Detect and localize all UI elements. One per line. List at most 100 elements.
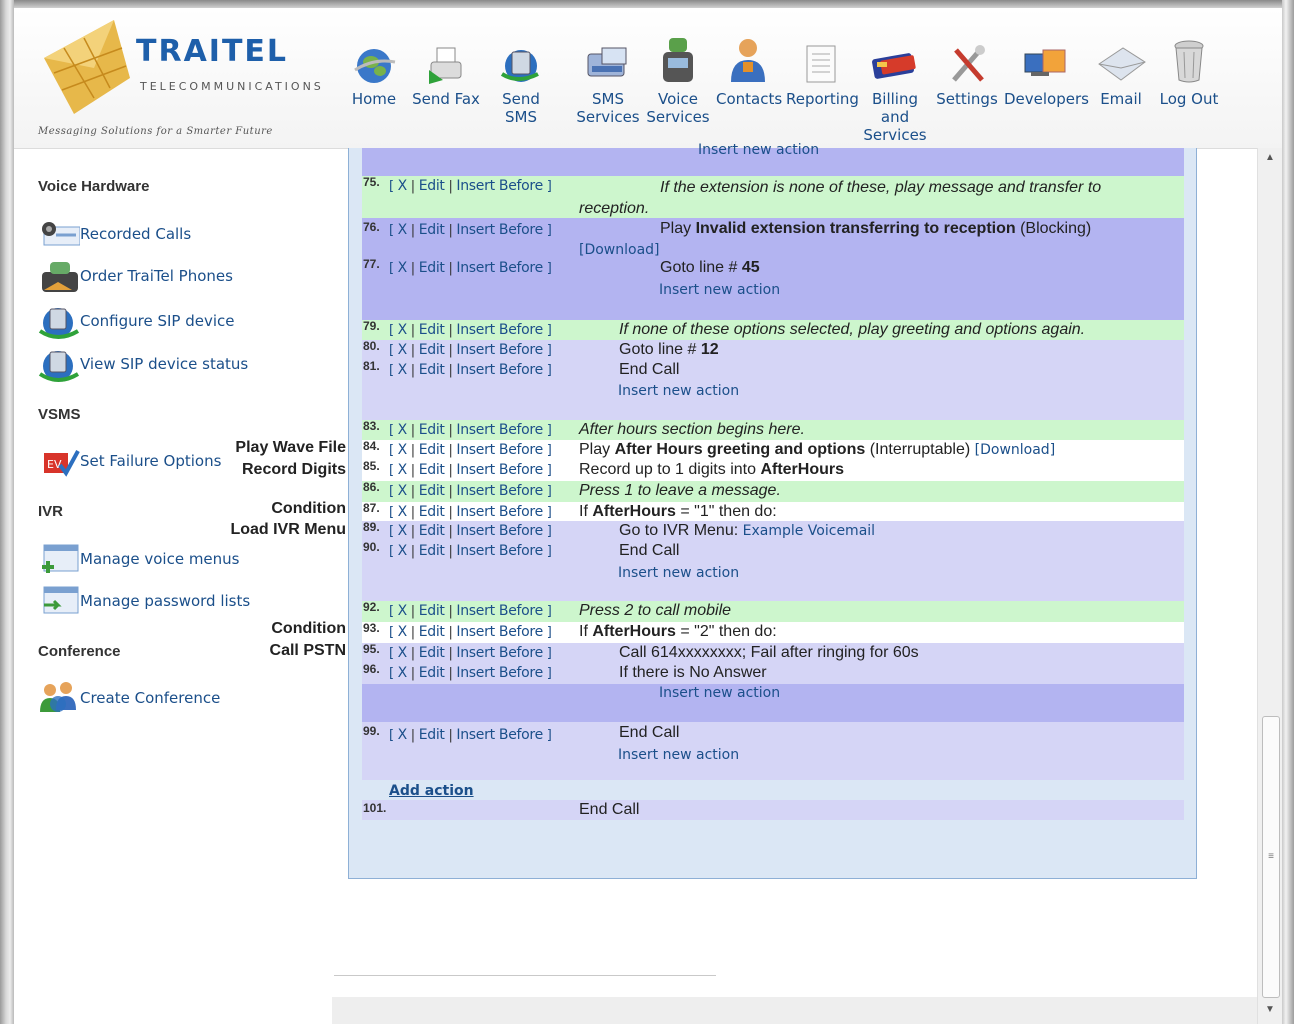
- action-description: If AfterHours = "2" then do:: [579, 623, 777, 640]
- delete-link[interactable]: X: [398, 442, 408, 458]
- insert-before-link[interactable]: Insert Before: [456, 624, 543, 640]
- edit-link[interactable]: Edit: [419, 462, 445, 478]
- nav-settings[interactable]: Settings: [936, 40, 998, 108]
- edit-link[interactable]: Edit: [419, 727, 445, 743]
- nav-send-fax[interactable]: Send Fax: [412, 40, 480, 108]
- sidebar-item-create-conference[interactable]: Create Conference: [38, 678, 220, 718]
- sidebar-item-view-sip[interactable]: View SIP device status: [38, 344, 248, 384]
- insert-before-link[interactable]: Insert Before: [456, 422, 543, 438]
- edit-link[interactable]: Edit: [419, 624, 445, 640]
- edit-link[interactable]: Edit: [419, 483, 445, 499]
- edit-link[interactable]: Edit: [419, 603, 445, 619]
- edit-link[interactable]: Edit: [419, 178, 445, 194]
- edit-link[interactable]: Edit: [419, 442, 445, 458]
- delete-link[interactable]: X: [398, 322, 408, 338]
- drag-play-wave-file[interactable]: Play Wave File: [235, 439, 346, 457]
- insert-before-link[interactable]: Insert Before: [456, 504, 543, 520]
- delete-link[interactable]: X: [398, 342, 408, 358]
- delete-link[interactable]: X: [398, 523, 408, 539]
- traitel-logo[interactable]: TRAITEL TELECOMMUNICATIONS Messaging Sol…: [28, 14, 321, 144]
- drag-condition[interactable]: Condition: [271, 620, 346, 638]
- edit-link[interactable]: Edit: [419, 665, 445, 681]
- insert-before-link[interactable]: Insert Before: [456, 645, 543, 661]
- insert-before-link[interactable]: Insert Before: [456, 362, 543, 378]
- scrollbar-thumb[interactable]: ≡: [1262, 716, 1280, 998]
- section-voice-hardware: Voice Hardware: [38, 178, 150, 195]
- edit-link[interactable]: Edit: [419, 543, 445, 559]
- conference-icon: [38, 678, 82, 718]
- delete-link[interactable]: X: [398, 645, 408, 661]
- vertical-scrollbar[interactable]: ▲ ≡ ▼: [1257, 148, 1282, 1024]
- nav-voice-services[interactable]: Voice Services: [646, 38, 710, 126]
- nav-send-sms[interactable]: Send SMS: [486, 40, 556, 126]
- drag-condition[interactable]: Condition: [271, 500, 346, 518]
- scroll-down-arrow-icon[interactable]: ▼: [1258, 1000, 1282, 1020]
- ivr-menu-link[interactable]: Example Voicemail: [743, 523, 875, 539]
- edit-link[interactable]: Edit: [419, 504, 445, 520]
- drag-call-pstn[interactable]: Call PSTN: [270, 642, 346, 660]
- insert-before-link[interactable]: Insert Before: [456, 543, 543, 559]
- sidebar-item-recorded-calls[interactable]: Recorded Calls: [38, 214, 191, 254]
- insert-before-link[interactable]: Insert Before: [456, 462, 543, 478]
- add-action-link[interactable]: Add action: [389, 783, 474, 799]
- delete-link[interactable]: X: [398, 483, 408, 499]
- delete-link[interactable]: X: [398, 422, 408, 438]
- nav-log-out[interactable]: Log Out: [1156, 40, 1222, 108]
- insert-before-link[interactable]: Insert Before: [456, 222, 543, 238]
- nav-billing-services[interactable]: Billing and Services: [860, 40, 930, 144]
- sidebar-item-order-phones[interactable]: Order TraiTel Phones: [38, 256, 233, 296]
- delete-link[interactable]: X: [398, 624, 408, 640]
- delete-link[interactable]: X: [398, 665, 408, 681]
- edit-link[interactable]: Edit: [419, 342, 445, 358]
- delete-link[interactable]: X: [398, 727, 408, 743]
- insert-before-link[interactable]: Insert Before: [456, 322, 543, 338]
- insert-new-action-link[interactable]: Insert new action: [618, 383, 739, 399]
- sidebar-item-label: Recorded Calls: [80, 225, 192, 243]
- delete-link[interactable]: X: [398, 462, 408, 478]
- sidebar-item-set-failure[interactable]: EV Set Failure Options: [38, 441, 221, 481]
- insert-new-action-link[interactable]: Insert new action: [659, 685, 780, 701]
- delete-link[interactable]: X: [398, 222, 408, 238]
- delete-link[interactable]: X: [398, 543, 408, 559]
- delete-link[interactable]: X: [398, 260, 408, 276]
- sidebar-item-manage-voice-menus[interactable]: Manage voice menus: [38, 539, 240, 579]
- edit-link[interactable]: Edit: [419, 523, 445, 539]
- nav-reporting[interactable]: Reporting: [786, 40, 859, 108]
- insert-new-action-link[interactable]: Insert new action: [618, 747, 739, 763]
- insert-before-link[interactable]: Insert Before: [456, 665, 543, 681]
- sidebar-item-configure-sip[interactable]: Configure SIP device: [38, 301, 235, 341]
- nav-developers[interactable]: Developers: [1004, 40, 1089, 108]
- sidebar-item-manage-password-lists[interactable]: Manage password lists: [38, 581, 250, 621]
- insert-before-link[interactable]: Insert Before: [456, 442, 543, 458]
- drag-record-digits[interactable]: Record Digits: [242, 461, 346, 479]
- delete-link[interactable]: X: [398, 603, 408, 619]
- nav-contacts[interactable]: Contacts: [716, 39, 782, 108]
- insert-before-link[interactable]: Insert Before: [456, 342, 543, 358]
- edit-link[interactable]: Edit: [419, 645, 445, 661]
- delete-link[interactable]: X: [398, 178, 408, 194]
- edit-link[interactable]: Edit: [419, 260, 445, 276]
- edit-link[interactable]: Edit: [419, 422, 445, 438]
- insert-before-link[interactable]: Insert Before: [456, 727, 543, 743]
- nav-home[interactable]: Home: [350, 40, 398, 108]
- insert-before-link[interactable]: Insert Before: [456, 603, 543, 619]
- delete-link[interactable]: X: [398, 504, 408, 520]
- insert-before-link[interactable]: Insert Before: [456, 178, 543, 194]
- drag-load-ivr-menu[interactable]: Load IVR Menu: [230, 521, 346, 539]
- insert-new-action-link[interactable]: Insert new action: [659, 282, 780, 298]
- nav-sms-services[interactable]: SMS Services: [576, 40, 640, 126]
- action-description: End Call: [619, 542, 680, 559]
- insert-new-action-link[interactable]: Insert new action: [618, 565, 739, 581]
- edit-link[interactable]: Edit: [419, 362, 445, 378]
- edit-link[interactable]: Edit: [419, 222, 445, 238]
- edit-link[interactable]: Edit: [419, 322, 445, 338]
- download-link[interactable]: [Download]: [579, 242, 660, 258]
- insert-before-link[interactable]: Insert Before: [456, 523, 543, 539]
- scroll-up-arrow-icon[interactable]: ▲: [1258, 148, 1282, 168]
- delete-link[interactable]: X: [398, 362, 408, 378]
- download-link[interactable]: [Download]: [975, 442, 1056, 458]
- insert-new-action-link[interactable]: Insert new action: [698, 142, 819, 158]
- nav-email[interactable]: Email: [1094, 40, 1148, 108]
- insert-before-link[interactable]: Insert Before: [456, 483, 543, 499]
- insert-before-link[interactable]: Insert Before: [456, 260, 543, 276]
